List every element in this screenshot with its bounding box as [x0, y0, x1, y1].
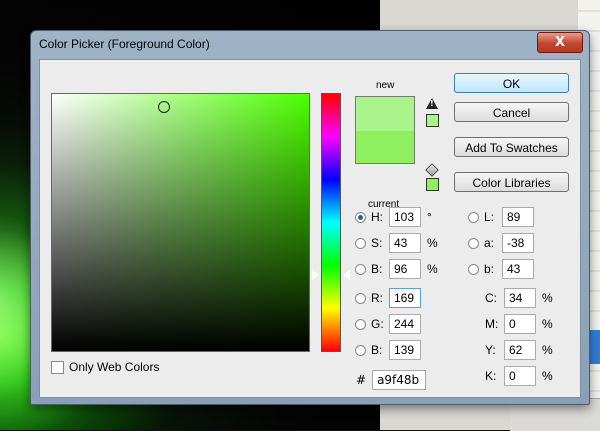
brightness-label: B: — [371, 262, 383, 276]
hue-slider[interactable] — [321, 93, 341, 352]
cyan-input[interactable]: 34 — [504, 288, 536, 308]
only-web-colors-label: Only Web Colors — [69, 360, 160, 374]
brightness-row: B: 96 % — [355, 259, 438, 279]
red-radio[interactable] — [355, 292, 366, 304]
yellow-row: Y: 62 % — [485, 340, 553, 360]
cyan-row: C: 34 % — [485, 288, 553, 308]
hue-slider-handle-right[interactable] — [343, 270, 350, 280]
green-radio[interactable] — [355, 318, 366, 330]
yellow-unit: % — [542, 343, 553, 357]
blue-row: B: 139 — [355, 340, 421, 360]
cancel-button[interactable]: Cancel — [454, 102, 569, 122]
green-input[interactable]: 244 — [389, 314, 421, 334]
color-preview — [355, 96, 415, 164]
only-web-colors-checkbox[interactable] — [51, 360, 64, 374]
color-field-black-gradient — [52, 94, 309, 351]
hex-row: # a9f48b — [356, 370, 427, 390]
lab-a-input[interactable]: -38 — [502, 233, 534, 253]
hue-radio[interactable] — [355, 211, 366, 223]
yellow-input[interactable]: 62 — [504, 340, 536, 360]
black-label: K: — [485, 369, 497, 383]
color-picker-dialog: Color Picker (Foreground Color) X Only W… — [30, 30, 590, 405]
lab-l-row: L: 89 — [468, 207, 534, 227]
lab-b-input[interactable]: 43 — [502, 259, 534, 279]
dialog-client-area: Only Web Colors new current OK Cancel Ad… — [39, 59, 581, 398]
saturation-unit: % — [427, 236, 438, 250]
magenta-unit: % — [542, 317, 553, 331]
magenta-label: M: — [485, 317, 499, 331]
hue-label: H: — [371, 210, 383, 224]
yellow-label: Y: — [485, 343, 496, 357]
cyan-label: C: — [485, 291, 497, 305]
add-to-swatches-button[interactable]: Add To Swatches — [454, 137, 569, 157]
dialog-title: Color Picker (Foreground Color) — [39, 37, 210, 51]
black-input[interactable]: 0 — [504, 366, 536, 386]
cyan-unit: % — [542, 291, 553, 305]
current-color-swatch[interactable] — [356, 131, 414, 163]
lab-b-row: b: 43 — [468, 259, 534, 279]
ok-button[interactable]: OK — [454, 73, 569, 93]
hue-unit: ° — [427, 210, 432, 224]
blue-label: B: — [371, 343, 383, 357]
blue-radio[interactable] — [355, 344, 366, 356]
close-button[interactable]: X — [537, 32, 583, 53]
title-bar[interactable]: Color Picker (Foreground Color) X — [31, 31, 589, 59]
hue-row: H: 103 ° — [355, 207, 432, 227]
new-color-swatch — [356, 97, 414, 131]
saturation-label: S: — [371, 236, 383, 250]
cube-icon[interactable] — [425, 163, 439, 177]
web-safe-color-swatch[interactable] — [426, 178, 439, 191]
lab-b-radio[interactable] — [468, 263, 479, 275]
warning-triangle-icon[interactable] — [426, 98, 438, 109]
lab-l-label: L: — [484, 210, 495, 224]
hue-input[interactable]: 103 — [389, 207, 421, 227]
magenta-input[interactable]: 0 — [504, 314, 536, 334]
saturation-radio[interactable] — [355, 237, 366, 249]
magenta-row: M: 0 % — [485, 314, 553, 334]
lab-l-radio[interactable] — [468, 211, 479, 223]
hex-input[interactable]: a9f48b — [372, 370, 427, 390]
red-label: R: — [371, 291, 383, 305]
black-unit: % — [542, 369, 553, 383]
color-field-marker[interactable] — [158, 101, 170, 113]
new-label: new — [376, 80, 395, 91]
red-input[interactable]: 169 — [389, 288, 421, 308]
blue-input[interactable]: 139 — [389, 340, 421, 360]
saturation-row: S: 43 % — [355, 233, 438, 253]
color-libraries-button[interactable]: Color Libraries — [454, 172, 569, 192]
brightness-unit: % — [427, 262, 438, 276]
red-row: R: 169 — [355, 288, 421, 308]
green-label: G: — [371, 317, 384, 331]
hex-prefix: # — [356, 373, 367, 387]
lab-a-radio[interactable] — [468, 237, 479, 249]
green-row: G: 244 — [355, 314, 421, 334]
hue-slider-handle-left[interactable] — [312, 270, 319, 280]
only-web-colors-option[interactable]: Only Web Colors — [51, 360, 159, 374]
brightness-radio[interactable] — [355, 263, 366, 275]
gamut-color-swatch[interactable] — [426, 114, 439, 127]
close-icon: X — [554, 35, 566, 50]
saturation-input[interactable]: 43 — [389, 233, 421, 253]
color-field[interactable] — [51, 93, 310, 352]
lab-a-row: a: -38 — [468, 233, 534, 253]
lab-l-input[interactable]: 89 — [502, 207, 534, 227]
black-row: K: 0 % — [485, 366, 553, 386]
brightness-input[interactable]: 96 — [389, 259, 421, 279]
lab-a-label: a: — [484, 236, 495, 250]
lab-b-label: b: — [484, 262, 495, 276]
